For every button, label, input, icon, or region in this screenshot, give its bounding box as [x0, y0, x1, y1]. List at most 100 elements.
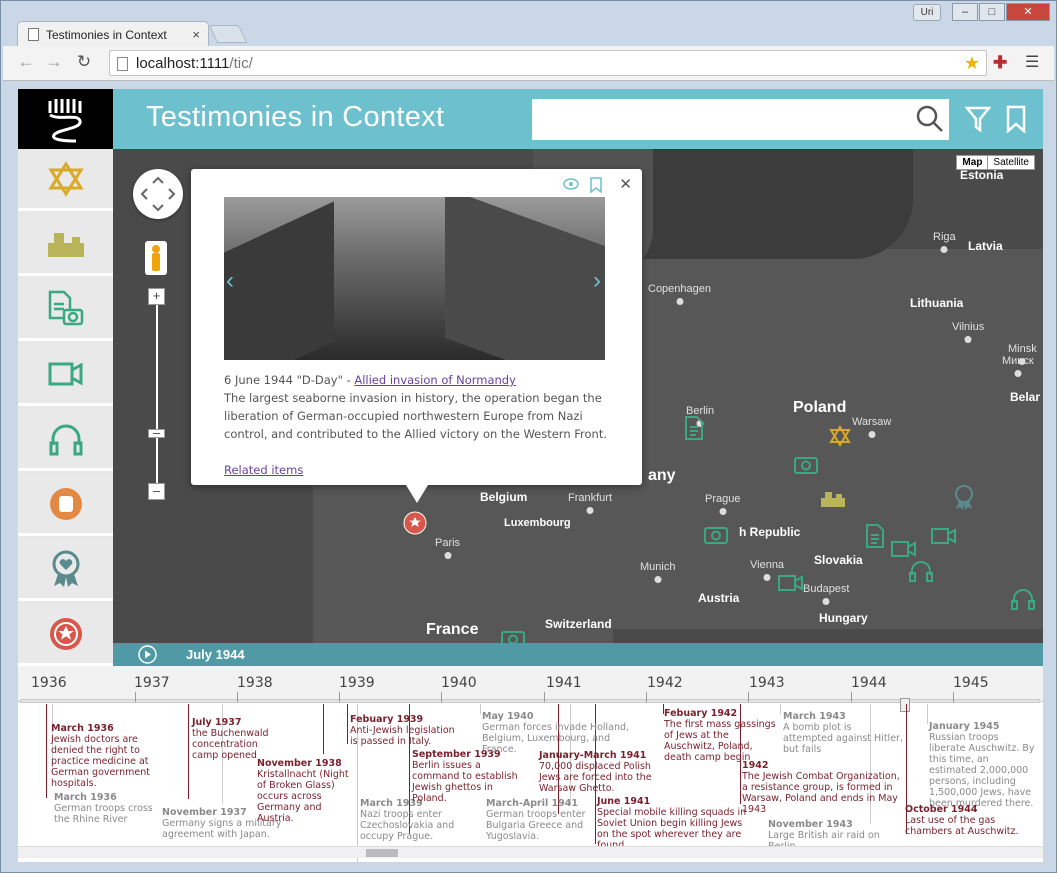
- event-date: 6 June 1944 "D-Day" -: [224, 373, 351, 387]
- street-view-pegman[interactable]: [145, 241, 167, 275]
- zoom-in-button[interactable]: +: [148, 288, 165, 305]
- sidebar-item-remembrance[interactable]: [18, 539, 113, 601]
- event-date: November 1938: [257, 758, 342, 769]
- play-icon[interactable]: [138, 645, 157, 664]
- timeline-event[interactable]: Febuary 1942 The first mass gassings of J…: [664, 708, 782, 763]
- video-marker[interactable]: [890, 539, 918, 561]
- sidebar-item-audio[interactable]: [18, 409, 113, 471]
- sidebar-item-ghetto[interactable]: [18, 214, 113, 276]
- timeline-event[interactable]: March 1939 Nazi troops enter Czechoslovak…: [360, 798, 460, 842]
- zoom-slider-handle[interactable]: –: [148, 426, 165, 439]
- page-title: Testimonies in Context: [146, 101, 445, 133]
- search-icon[interactable]: [916, 105, 944, 133]
- event-link[interactable]: Allied invasion of Normandy: [354, 373, 516, 387]
- menu-icon[interactable]: ☰: [1025, 52, 1039, 72]
- popup-close-icon[interactable]: ✕: [619, 175, 632, 193]
- country-label: any: [648, 467, 676, 484]
- headphones-icon: [909, 561, 933, 582]
- timeline-event[interactable]: March 1936 Jewish doctors are denied the …: [51, 723, 171, 789]
- maximize-button[interactable]: □: [979, 3, 1005, 21]
- country-label: Slovakia: [814, 553, 863, 567]
- scrollbar-thumb[interactable]: [366, 849, 398, 857]
- pegman-icon: [152, 245, 160, 271]
- timeline-scrollbar[interactable]: [18, 846, 1043, 858]
- timeline-years: 1936 1937 1938 1939 1940 1941 1942 1943 …: [18, 666, 1043, 703]
- timeline-event[interactable]: September 1939 Berlin issues a command to…: [412, 749, 527, 804]
- zoom-out-button[interactable]: –: [148, 483, 165, 500]
- timeline-event[interactable]: January 1945 Russian troops liberate Ausc…: [929, 721, 1037, 809]
- close-window-button[interactable]: ✕: [1006, 3, 1050, 21]
- filter-icon[interactable]: [965, 105, 991, 133]
- city-label: Vienna: [750, 559, 785, 571]
- photo-marker[interactable]: [703, 523, 729, 545]
- prev-image-icon[interactable]: ‹: [226, 267, 234, 295]
- forward-icon[interactable]: →: [43, 52, 65, 72]
- sidebar-item-video[interactable]: [18, 344, 113, 406]
- timeline[interactable]: 1936 1937 1938 1939 1940 1941 1942 1943 …: [18, 666, 1043, 862]
- country-label: Switzerland: [545, 617, 612, 631]
- country-label: Luxembourg: [504, 517, 571, 529]
- yad-vashem-logo[interactable]: [18, 89, 113, 149]
- photo-marker[interactable]: [500, 627, 526, 643]
- new-tab-button[interactable]: [208, 25, 248, 43]
- timeline-event[interactable]: May 1940 German forces invade Holland, Be…: [482, 711, 642, 755]
- url-host: localhost:1111: [136, 55, 230, 72]
- audio-marker[interactable]: [1010, 587, 1036, 610]
- timeline-event[interactable]: November 1938 Kristallnacht (Night of Bro…: [257, 758, 355, 824]
- sidebar-item-jewish[interactable]: [18, 149, 113, 211]
- zoom-slider-track[interactable]: [156, 299, 158, 489]
- event-date: 1942: [742, 760, 769, 771]
- event-text: The first mass gassings of Jews at the A…: [664, 719, 776, 763]
- view-icon[interactable]: [563, 177, 579, 191]
- event-text: Anti-Jewish legislation is passed in Ita…: [350, 725, 455, 747]
- timeline-event[interactable]: 1942 The Jewish Combat Organization, a re…: [742, 760, 907, 815]
- back-icon[interactable]: ←: [15, 52, 37, 72]
- category-sidebar: [18, 149, 113, 666]
- photo-marker[interactable]: [793, 453, 818, 475]
- search-input[interactable]: [532, 99, 949, 140]
- timeline-event[interactable]: Febuary 1939 Anti-Jewish legislation is p…: [350, 714, 465, 747]
- event-text: The Jewish Combat Organization, a resist…: [742, 771, 900, 815]
- minimize-button[interactable]: –: [952, 3, 978, 21]
- audio-marker[interactable]: [908, 559, 934, 582]
- year-tick: [237, 692, 238, 702]
- document-marker[interactable]: [683, 415, 705, 440]
- bookmark-star-icon[interactable]: ★: [964, 53, 980, 74]
- timeline-event[interactable]: March 1943 A bomb plot is attempted again…: [783, 711, 903, 755]
- timeline-event[interactable]: March-April 1941 German troops enter Bulg…: [486, 798, 591, 842]
- popup-description: 6 June 1944 "D-Day" - Allied invasion of…: [224, 371, 614, 443]
- jewish-marker[interactable]: [829, 425, 851, 447]
- extension-icon[interactable]: ✚: [993, 53, 1007, 73]
- year-label: 1940: [441, 675, 477, 691]
- country-label: Estonia: [960, 168, 1004, 182]
- next-image-icon[interactable]: ›: [593, 267, 601, 295]
- browser-tab[interactable]: Testimonies in Context ×: [17, 21, 209, 47]
- reload-icon[interactable]: ↻: [73, 52, 95, 72]
- timeline-event[interactable]: July 1937 the Buchenwald concentration ca…: [192, 717, 272, 761]
- year-label: 1936: [31, 675, 67, 691]
- military-marker-normandy[interactable]: [403, 511, 427, 535]
- sidebar-item-military[interactable]: [18, 604, 113, 666]
- ghetto-marker[interactable]: [819, 489, 847, 511]
- profile-button[interactable]: Uri: [913, 4, 941, 21]
- tab-close-icon[interactable]: ×: [192, 27, 200, 42]
- sidebar-item-resistance[interactable]: [18, 474, 113, 536]
- bookmark-icon[interactable]: [590, 177, 602, 193]
- map-canvas[interactable]: Map Satellite Estonia Latvia Lithuania P…: [113, 149, 1043, 643]
- timeline-handle[interactable]: [900, 698, 910, 712]
- bookmark-icon[interactable]: [1003, 105, 1029, 133]
- related-items-link[interactable]: Related items: [224, 463, 303, 477]
- remembrance-marker[interactable]: [953, 485, 975, 510]
- timeline-event[interactable]: October 1944 Last use of the gas chambers…: [905, 804, 1030, 837]
- timeline-event[interactable]: June 1941 Special mobile killing squads i…: [597, 796, 757, 851]
- video-marker[interactable]: [930, 526, 958, 548]
- timeline-track[interactable]: [20, 699, 1040, 703]
- sidebar-item-documents[interactable]: [18, 279, 113, 341]
- pan-control[interactable]: [133, 169, 183, 219]
- timeline-event[interactable]: January-March 1941 70,000 displaced Polis…: [539, 750, 654, 794]
- address-bar[interactable]: localhost:1111/tic/ ★: [109, 50, 987, 76]
- document-marker[interactable]: [864, 523, 886, 548]
- video-marker[interactable]: [777, 573, 805, 595]
- timeline-event[interactable]: March 1936 German troops cross the Rhine …: [54, 792, 154, 825]
- country-label: Belar: [1010, 390, 1041, 404]
